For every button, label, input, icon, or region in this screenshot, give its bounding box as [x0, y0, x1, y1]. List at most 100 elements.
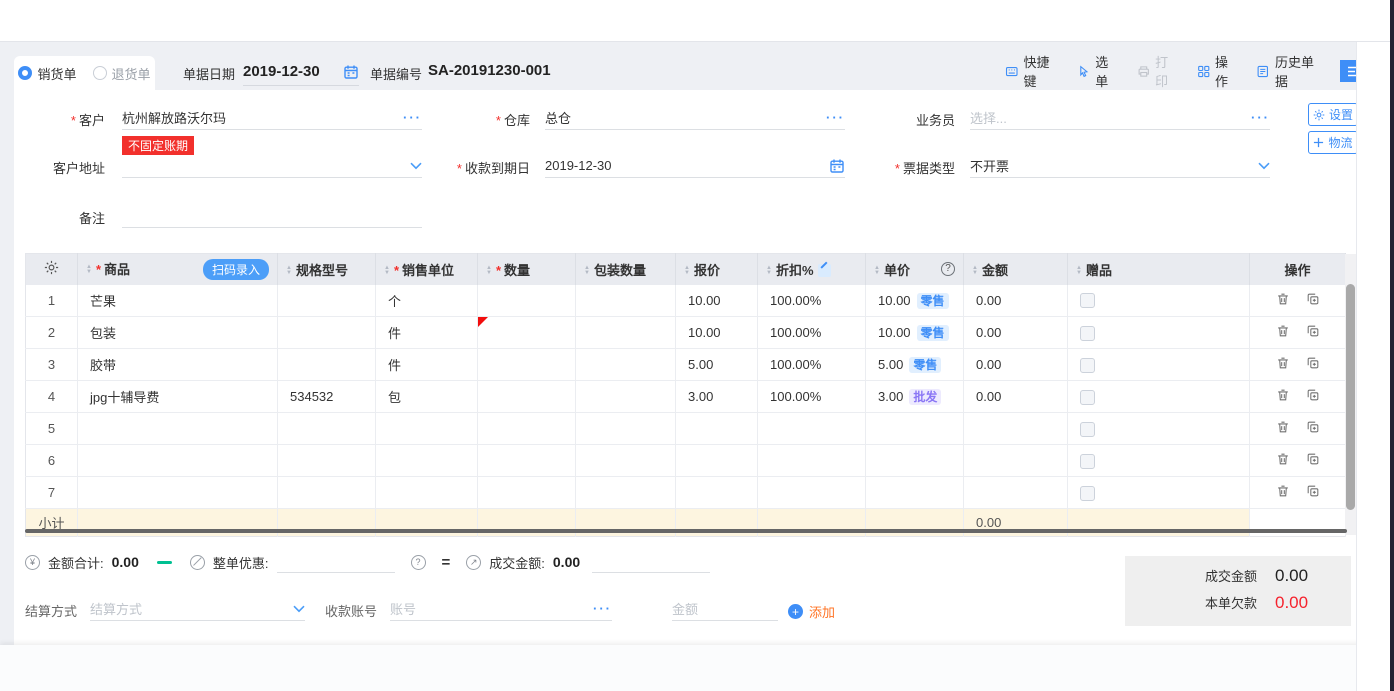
order-discount-input[interactable]	[277, 551, 395, 573]
amount-cell[interactable]	[964, 413, 1068, 445]
remark-field[interactable]	[122, 204, 422, 228]
sort-icon[interactable]	[972, 266, 978, 276]
qty-cell[interactable]	[478, 381, 576, 413]
unit-cell[interactable]: 个	[376, 285, 478, 317]
product-cell[interactable]: 胶带	[78, 349, 278, 381]
table-scrollbar-thumb[interactable]	[1346, 284, 1355, 510]
discount-cell[interactable]: 100.00%	[758, 349, 866, 381]
pack-qty-cell[interactable]	[576, 285, 676, 317]
header-pack-qty[interactable]: 包装数量	[576, 254, 676, 285]
qty-cell-flagged[interactable]	[478, 317, 576, 349]
calendar-icon[interactable]	[343, 64, 359, 80]
discount-cell[interactable]	[758, 413, 866, 445]
spec-cell[interactable]	[278, 285, 376, 317]
spec-cell[interactable]	[278, 477, 376, 509]
price-cell[interactable]: 10.00零售	[866, 317, 964, 349]
delete-icon[interactable]	[1276, 388, 1290, 402]
pack-qty-cell[interactable]	[576, 317, 676, 349]
gift-checkbox[interactable]	[1080, 390, 1095, 405]
header-spec[interactable]: 规格型号	[278, 254, 376, 285]
address-field[interactable]	[122, 154, 422, 178]
operations-button[interactable]: 操作	[1197, 52, 1239, 90]
header-price[interactable]: 单价	[866, 254, 964, 285]
gift-checkbox[interactable]	[1080, 293, 1095, 308]
gift-checkbox[interactable]	[1080, 486, 1095, 501]
spec-cell[interactable]	[278, 349, 376, 381]
header-amount[interactable]: 金额	[964, 254, 1068, 285]
copy-add-icon[interactable]	[1306, 388, 1320, 402]
price-cell[interactable]: 10.00零售	[866, 285, 964, 317]
delete-icon[interactable]	[1276, 324, 1290, 338]
qty-cell[interactable]	[478, 413, 576, 445]
radio-return-order[interactable]: 退货单	[93, 64, 151, 83]
delete-icon[interactable]	[1276, 452, 1290, 466]
print-button[interactable]: 打印	[1137, 52, 1179, 90]
settle-method-field[interactable]: 结算方式	[90, 597, 305, 621]
pack-qty-cell[interactable]	[576, 445, 676, 477]
product-cell[interactable]: jpg十辅导费	[78, 381, 278, 413]
header-unit[interactable]: 销售单位	[376, 254, 478, 285]
discount-cell[interactable]: 100.00%	[758, 381, 866, 413]
header-gift[interactable]: 赠品	[1068, 254, 1250, 285]
customer-more-icon[interactable]: ···	[403, 110, 422, 125]
unit-cell[interactable]: 包	[376, 381, 478, 413]
copy-add-icon[interactable]	[1306, 324, 1320, 338]
quote-cell[interactable]	[676, 477, 758, 509]
copy-add-icon[interactable]	[1306, 292, 1320, 306]
product-cell[interactable]	[78, 477, 278, 509]
pay-amount-field[interactable]: 金额	[672, 597, 778, 621]
unit-cell[interactable]	[376, 445, 478, 477]
product-cell[interactable]: 包装	[78, 317, 278, 349]
qty-cell[interactable]	[478, 445, 576, 477]
gift-checkbox[interactable]	[1080, 326, 1095, 341]
unit-cell[interactable]: 件	[376, 317, 478, 349]
pack-qty-cell[interactable]	[576, 381, 676, 413]
warehouse-more-icon[interactable]: ···	[826, 110, 845, 125]
header-qty[interactable]: 数量	[478, 254, 576, 285]
amount-cell[interactable]	[964, 477, 1068, 509]
chevron-down-icon[interactable]	[410, 162, 422, 170]
copy-add-icon[interactable]	[1306, 356, 1320, 370]
header-discount[interactable]: 折扣%	[758, 254, 866, 285]
sort-icon[interactable]	[486, 266, 492, 276]
unit-cell[interactable]: 件	[376, 349, 478, 381]
product-cell[interactable]	[78, 445, 278, 477]
history-button[interactable]: 历史单据	[1256, 52, 1322, 90]
salesman-field[interactable]: 选择... ···	[970, 106, 1270, 130]
product-cell[interactable]	[78, 413, 278, 445]
discount-cell[interactable]: 100.00%	[758, 317, 866, 349]
spec-cell[interactable]	[278, 445, 376, 477]
sort-icon[interactable]	[684, 266, 690, 276]
add-payment-button[interactable]: + 添加	[788, 602, 835, 621]
discount-cell[interactable]	[758, 445, 866, 477]
copy-add-icon[interactable]	[1306, 484, 1320, 498]
quote-cell[interactable]: 5.00	[676, 349, 758, 381]
discount-cell[interactable]: 100.00%	[758, 285, 866, 317]
gift-checkbox[interactable]	[1080, 454, 1095, 469]
scan-entry-button[interactable]: 扫码录入	[203, 259, 269, 280]
price-cell[interactable]: 5.00零售	[866, 349, 964, 381]
amount-cell[interactable]: 0.00	[964, 349, 1068, 381]
pack-qty-cell[interactable]	[576, 477, 676, 509]
edit-discount-icon[interactable]	[818, 264, 831, 277]
column-settings-button[interactable]	[26, 254, 78, 285]
qty-cell[interactable]	[478, 285, 576, 317]
sort-icon[interactable]	[86, 265, 92, 275]
sort-icon[interactable]	[1076, 266, 1082, 276]
unit-cell[interactable]	[376, 477, 478, 509]
warehouse-field[interactable]: 总仓 ···	[545, 106, 845, 130]
price-cell[interactable]	[866, 413, 964, 445]
calendar-icon[interactable]	[829, 158, 845, 174]
date-field[interactable]: 2019-12-30	[243, 58, 359, 86]
sort-icon[interactable]	[874, 266, 880, 276]
pack-qty-cell[interactable]	[576, 413, 676, 445]
unit-cell[interactable]	[376, 413, 478, 445]
due-date-field[interactable]: 2019-12-30	[545, 154, 845, 178]
spec-cell[interactable]: 534532	[278, 381, 376, 413]
amount-cell[interactable]	[964, 445, 1068, 477]
account-field[interactable]: 账号 ···	[390, 597, 612, 621]
pick-order-button[interactable]: 选单	[1077, 52, 1119, 90]
qty-cell[interactable]	[478, 477, 576, 509]
discount-cell[interactable]	[758, 477, 866, 509]
quote-cell[interactable]: 10.00	[676, 317, 758, 349]
